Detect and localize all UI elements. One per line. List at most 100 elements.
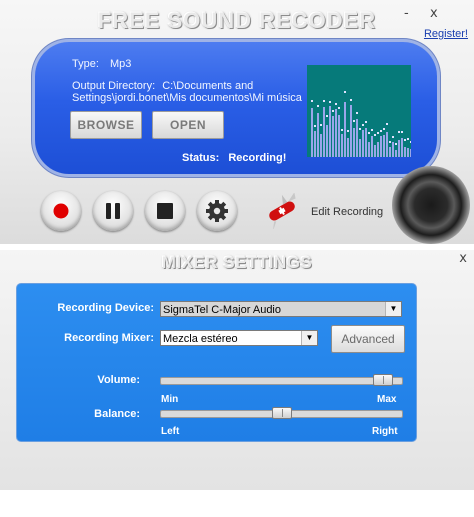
volume-max-label: Max <box>377 394 397 405</box>
recording-mixer-select[interactable]: Mezcla estéreo ▼ <box>160 330 318 346</box>
mixer-title: MIXER SETTINGS <box>161 253 313 272</box>
recording-device-select[interactable]: SigmaTel C-Major Audio ▼ <box>160 301 402 317</box>
spectrum-peak <box>317 105 319 107</box>
mixer-close-button[interactable]: x <box>459 251 467 266</box>
spectrum-bar <box>404 147 406 157</box>
settings-button[interactable] <box>197 191 237 231</box>
spectrum-peak <box>404 139 406 141</box>
app-title: FREE SOUND RECODER <box>97 8 377 33</box>
spectrum-peak <box>383 128 385 130</box>
type-label: Type: <box>72 58 99 70</box>
spectrum-bar <box>338 115 340 157</box>
balance-slider[interactable] <box>160 407 403 419</box>
chevron-down-icon: ▼ <box>385 302 401 316</box>
spectrum-bar <box>326 125 328 157</box>
spectrum-peak <box>332 110 334 112</box>
edit-recording-label[interactable]: Edit Recording <box>311 206 383 218</box>
register-link[interactable]: Register! <box>424 28 468 40</box>
spectrum-bar <box>320 134 322 157</box>
spectrum-bar <box>383 135 385 157</box>
recorder-window: FREE SOUND RECODER - x Register! Type: M… <box>0 0 474 244</box>
spectrum-bar <box>368 142 370 157</box>
spectrum-peak <box>326 115 328 117</box>
spectrum-peak <box>347 130 349 132</box>
spectrum-peak <box>407 138 409 140</box>
spectrum-bar <box>335 109 337 157</box>
spectrum-bar <box>344 102 346 157</box>
spectrum-bar <box>377 142 379 157</box>
spectrum-bar <box>341 134 343 157</box>
spectrum-bar <box>314 131 316 157</box>
spectrum-bar <box>353 128 355 157</box>
balance-right-label: Right <box>372 426 398 437</box>
pause-button[interactable] <box>93 191 133 231</box>
minimize-button[interactable]: - <box>404 6 409 21</box>
spectrum-peak <box>335 103 337 105</box>
spectrum-peak <box>329 101 331 103</box>
close-button[interactable]: x <box>430 6 438 21</box>
spectrum-peak <box>320 124 322 126</box>
output-directory-label: Output Directory: <box>72 80 156 92</box>
spectrum-peak <box>389 141 391 143</box>
volume-slider[interactable] <box>160 374 403 386</box>
audio-spectrum-visualizer <box>307 65 411 157</box>
stop-button[interactable] <box>145 191 185 231</box>
status-row: Status: Recording! <box>182 152 286 164</box>
type-value: Mp3 <box>109 58 132 70</box>
spectrum-peak <box>392 136 394 138</box>
spectrum-bar <box>350 105 352 157</box>
spectrum-bar <box>332 116 334 157</box>
advanced-button[interactable]: Advanced <box>331 325 405 353</box>
spectrum-bar <box>362 130 364 157</box>
spectrum-peak <box>356 112 358 114</box>
balance-label: Balance: <box>94 408 140 420</box>
spectrum-peak <box>362 124 364 126</box>
spectrum-peak <box>410 141 411 143</box>
spectrum-peak <box>386 123 388 125</box>
volume-slider-thumb[interactable] <box>373 374 393 386</box>
mixer-window: MIXER SETTINGS x Recording Device: Sigma… <box>0 250 474 490</box>
spectrum-peak <box>380 130 382 132</box>
spectrum-peak <box>371 129 373 131</box>
spectrum-bar <box>395 150 397 157</box>
spectrum-peak <box>377 132 379 134</box>
gear-icon <box>206 200 228 222</box>
output-directory-line2: Settings\jordi.bonet\Mis documentos\Mi m… <box>72 92 302 104</box>
type-row: Type: Mp3 <box>72 58 131 70</box>
spectrum-bar <box>392 142 394 157</box>
recording-mixer-value: Mezcla estéreo <box>163 333 238 345</box>
output-row: Output Directory: C:\Documents and <box>72 80 253 92</box>
record-button[interactable] <box>41 191 81 231</box>
spectrum-peak <box>395 143 397 145</box>
browse-button[interactable]: BROWSE <box>70 111 142 139</box>
spectrum-bar <box>380 136 382 157</box>
balance-slider-thumb[interactable] <box>272 407 292 419</box>
spectrum-bar <box>359 139 361 157</box>
spectrum-peak <box>323 100 325 102</box>
recording-device-value: SigmaTel C-Major Audio <box>163 304 281 316</box>
spectrum-peak <box>365 121 367 123</box>
volume-label: Volume: <box>97 374 140 386</box>
open-button[interactable]: OPEN <box>152 111 224 139</box>
spectrum-bar <box>365 128 367 157</box>
balance-left-label: Left <box>161 426 180 437</box>
spectrum-bar <box>374 145 376 157</box>
spectrum-peak <box>350 99 352 101</box>
spectrum-peak <box>368 132 370 134</box>
spectrum-bar <box>356 119 358 157</box>
spectrum-bar <box>317 113 319 157</box>
status-value: Recording! <box>228 152 287 164</box>
stop-icon <box>157 203 173 219</box>
speaker-icon <box>392 166 470 244</box>
spectrum-bar <box>371 136 373 157</box>
spectrum-bar <box>347 138 349 157</box>
spectrum-bar <box>386 132 388 157</box>
swiss-knife-icon[interactable] <box>262 193 302 229</box>
spectrum-bar <box>410 149 411 157</box>
spectrum-peak <box>314 125 316 127</box>
spectrum-peak <box>374 134 376 136</box>
spectrum-bar <box>407 148 409 157</box>
spectrum-bar <box>323 107 325 157</box>
recording-mixer-label: Recording Mixer: <box>64 332 154 344</box>
pause-icon <box>106 203 120 219</box>
